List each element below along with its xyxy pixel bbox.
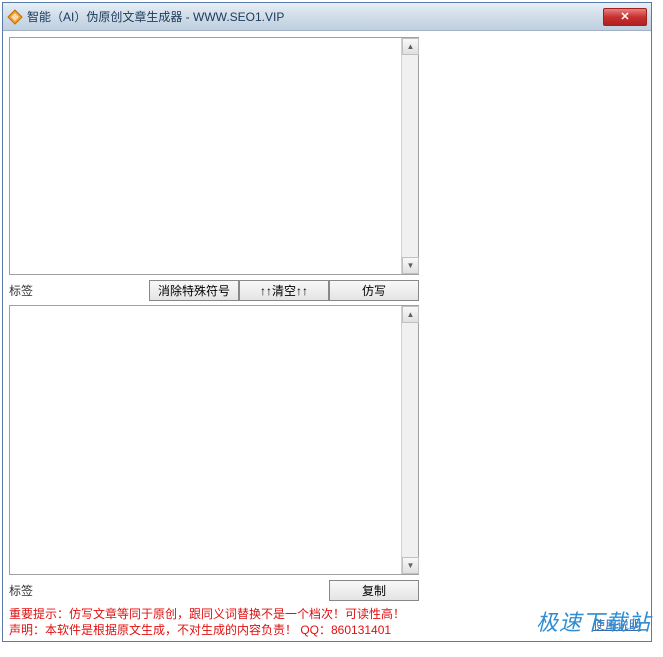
footer-line-1: 重要提示：仿写文章等同于原创，跟同义词替换不是一个档次！可读性高！ <box>9 606 419 622</box>
scroll-up-icon[interactable]: ▲ <box>402 306 419 323</box>
clear-button[interactable]: ↑↑清空↑↑ <box>239 280 329 301</box>
input-textarea[interactable] <box>10 38 400 274</box>
remove-special-chars-button[interactable]: 消除特殊符号 <box>149 280 239 301</box>
rewrite-button[interactable]: 仿写 <box>329 280 419 301</box>
scroll-up-icon[interactable]: ▲ <box>402 38 419 55</box>
output-textarea[interactable] <box>10 306 400 574</box>
bottom-label: 标签 <box>9 582 37 599</box>
window-title: 智能（AI）伪原创文章生成器 - WWW.SEO1.VIP <box>27 8 603 25</box>
client-area: ▲ ▼ 标签 消除特殊符号 ↑↑清空↑↑ 仿写 ▲ ▼ <box>3 31 651 641</box>
left-panel: ▲ ▼ 标签 消除特殊符号 ↑↑清空↑↑ 仿写 ▲ ▼ <box>9 37 419 635</box>
top-toolbar: 标签 消除特殊符号 ↑↑清空↑↑ 仿写 <box>9 278 419 302</box>
output-textarea-wrapper: ▲ ▼ <box>9 305 419 575</box>
usage-instructions-link[interactable]: 使用说明 <box>593 616 641 633</box>
output-scrollbar[interactable]: ▲ ▼ <box>401 306 418 574</box>
input-scrollbar[interactable]: ▲ ▼ <box>401 38 418 274</box>
scroll-down-icon[interactable]: ▼ <box>402 257 419 274</box>
app-icon <box>7 9 23 25</box>
right-panel: 使用说明 <box>435 37 645 635</box>
top-label: 标签 <box>9 282 37 299</box>
scroll-down-icon[interactable]: ▼ <box>402 557 419 574</box>
application-window: 智能（AI）伪原创文章生成器 - WWW.SEO1.VIP ✕ ▲ ▼ 标签 消… <box>2 2 652 642</box>
footer-line-2: 声明：本软件是根据原文生成，不对生成的内容负责！ QQ：860131401 <box>9 622 419 638</box>
close-icon: ✕ <box>620 10 629 23</box>
close-button[interactable]: ✕ <box>603 8 647 26</box>
input-textarea-wrapper: ▲ ▼ <box>9 37 419 275</box>
copy-button[interactable]: 复制 <box>329 580 419 601</box>
bottom-toolbar: 标签 复制 <box>9 578 419 602</box>
footer-notes: 重要提示：仿写文章等同于原创，跟同义词替换不是一个档次！可读性高！ 声明：本软件… <box>9 606 419 638</box>
title-bar[interactable]: 智能（AI）伪原创文章生成器 - WWW.SEO1.VIP ✕ <box>3 3 651 31</box>
